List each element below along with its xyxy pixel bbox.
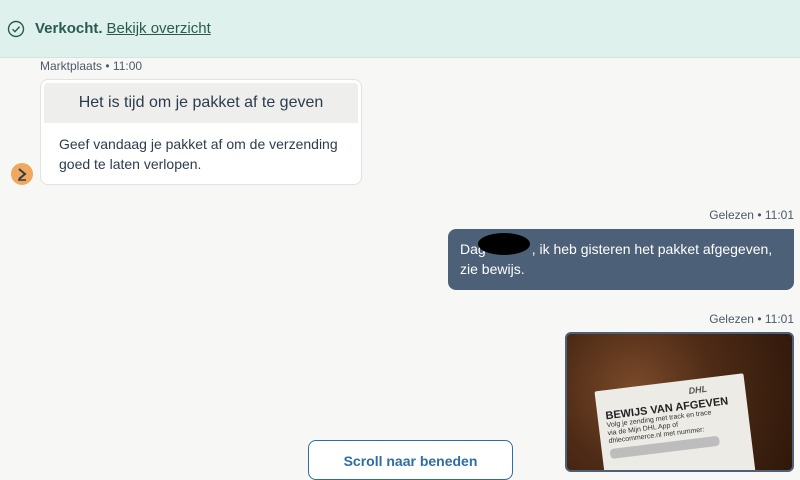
message-time: 11:01 [764, 312, 794, 326]
check-circle-icon [7, 20, 25, 37]
sold-banner: Verkocht. Bekijk overzicht [0, 0, 800, 58]
meta-separator: • [757, 312, 762, 326]
user-message-meta: Gelezen • 11:01 [709, 208, 794, 222]
redaction-mark [478, 233, 530, 255]
message-time: 11:01 [764, 208, 794, 222]
sold-status-text: Verkocht. [35, 20, 103, 37]
image-message-meta: Gelezen • 11:01 [709, 312, 794, 326]
system-message-title: Het is tijd om je pakket af te geven [44, 83, 358, 123]
system-message-body: Geef vandaag je pakket af om de verzendi… [59, 136, 338, 172]
read-status: Gelezen [709, 208, 754, 222]
marktplaats-avatar [11, 163, 33, 185]
meta-separator: • [105, 59, 110, 73]
receipt-photo[interactable]: DHL BEWIJS VAN AFGEVEN Volg je zending m… [565, 332, 794, 472]
system-message-meta: Marktplaats • 11:00 [40, 59, 142, 73]
system-message-card: Het is tijd om je pakket af te geven Gee… [40, 79, 362, 185]
meta-separator: • [757, 208, 762, 222]
scroll-down-button[interactable]: Scroll naar beneden [308, 440, 513, 480]
sender-name: Marktplaats [40, 59, 103, 73]
view-overview-link[interactable]: Bekijk overzicht [107, 20, 211, 37]
read-status: Gelezen [709, 312, 754, 326]
message-time: 11:00 [112, 59, 143, 73]
receipt-paper: DHL BEWIJS VAN AFGEVEN Volg je zending m… [594, 373, 756, 470]
chevron-right-icon [18, 168, 27, 181]
